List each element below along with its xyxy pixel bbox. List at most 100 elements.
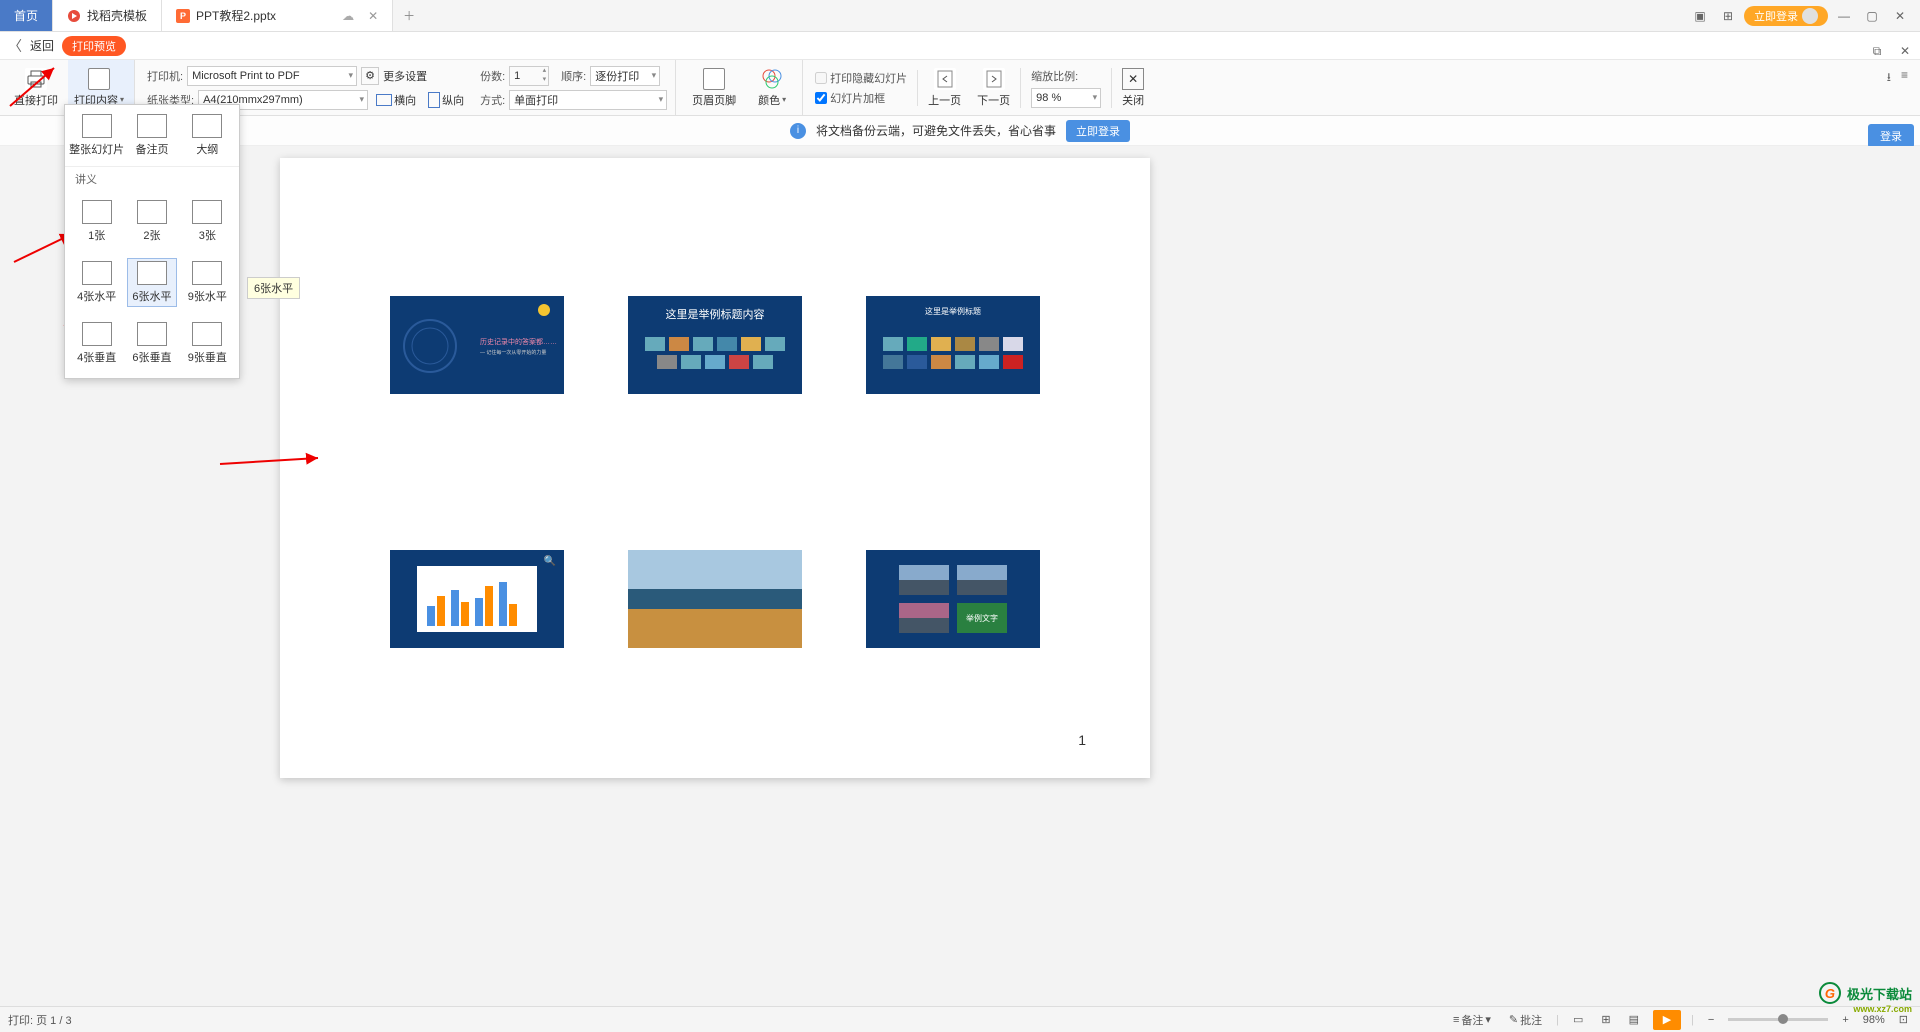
copies-settings: 份数: 1 顺序: 逐份打印 方式: 单面打印 bbox=[476, 66, 671, 110]
print-toolbar: 直接打印 打印内容▾ 打印机: Microsoft Print to PDF ⚙… bbox=[0, 60, 1920, 116]
tab-template-label: 找稻壳模板 bbox=[87, 7, 147, 24]
dd-outline[interactable]: 大纲 bbox=[182, 111, 232, 160]
dd-6h[interactable]: 6张水平 bbox=[127, 258, 177, 307]
dd-9h[interactable]: 9张水平 bbox=[182, 258, 232, 307]
copies-label: 份数: bbox=[480, 68, 505, 84]
landscape-icon bbox=[376, 94, 392, 106]
slideshow-button[interactable]: ▶ bbox=[1653, 1010, 1681, 1030]
close-icon: ✕ bbox=[1122, 68, 1144, 90]
slide-thumb-6: 举例文字 bbox=[866, 550, 1040, 648]
notes-toggle[interactable]: ≡备注 ▾ bbox=[1449, 1012, 1495, 1028]
view-sorter-icon[interactable]: ⊞ bbox=[1597, 1013, 1614, 1026]
dd-9v[interactable]: 9张垂直 bbox=[182, 319, 232, 368]
dd-3[interactable]: 3张 bbox=[182, 197, 232, 246]
zoom-in-icon[interactable]: + bbox=[1838, 1014, 1852, 1026]
banner-login-button[interactable]: 立即登录 bbox=[1066, 120, 1130, 142]
printer-label: 打印机: bbox=[147, 68, 183, 84]
close-secondary-icon[interactable]: ✕ bbox=[1894, 40, 1916, 62]
right-login-button[interactable]: 登录 bbox=[1868, 124, 1914, 148]
dd-6v[interactable]: 6张垂直 bbox=[127, 319, 177, 368]
slide3-title: 这里是举例标题 bbox=[925, 306, 981, 317]
tab-doc-label: PPT教程2.pptx bbox=[196, 7, 276, 24]
slide-thumb-2: 这里是举例标题内容 bbox=[628, 296, 802, 394]
dd-1[interactable]: 1张 bbox=[72, 197, 122, 246]
back-label[interactable]: 返回 bbox=[30, 37, 54, 54]
dd-4v[interactable]: 4张垂直 bbox=[72, 319, 122, 368]
quick-actions: ⭳ ≡ bbox=[1887, 68, 1908, 89]
tab-template[interactable]: 找稻壳模板 bbox=[53, 0, 162, 31]
dd-notes-page[interactable]: 备注页 bbox=[127, 111, 177, 160]
grid-icon[interactable]: ⊞ bbox=[1716, 4, 1740, 28]
hide-hidden-checkbox[interactable]: 打印隐藏幻灯片 bbox=[815, 70, 907, 86]
view-reading-icon[interactable]: ▤ bbox=[1625, 1013, 1643, 1026]
slide6-tag: 举例文字 bbox=[957, 603, 1007, 633]
layout-2-icon bbox=[137, 200, 167, 224]
window-controls: ▣ ⊞ 立即登录 — ▢ ✕ bbox=[1688, 0, 1920, 31]
full-slide-icon bbox=[82, 114, 112, 138]
landscape-button[interactable]: 横向 bbox=[372, 91, 420, 109]
view-normal-icon[interactable]: ▭ bbox=[1569, 1013, 1587, 1026]
outline-icon bbox=[192, 114, 222, 138]
slide-thumb-5 bbox=[628, 550, 802, 648]
scale-select[interactable]: 98 % bbox=[1031, 88, 1101, 108]
chevron-down-icon: ▾ bbox=[782, 95, 786, 104]
comments-toggle[interactable]: ✎批注 bbox=[1505, 1012, 1546, 1028]
layout-6h-icon bbox=[137, 261, 167, 285]
slide-frame-checkbox[interactable]: 幻灯片加框 bbox=[815, 90, 907, 106]
header-footer-button[interactable]: 页眉页脚 bbox=[686, 68, 742, 108]
prev-page-button[interactable]: 上一页 bbox=[922, 60, 967, 115]
menu-icon[interactable]: ≡ bbox=[1901, 68, 1908, 89]
scale-group: 缩放比例: 98 % bbox=[1020, 68, 1112, 108]
info-icon: i bbox=[790, 123, 806, 139]
slide-thumb-3: 这里是举例标题 bbox=[866, 296, 1040, 394]
color-button[interactable]: 颜色▾ bbox=[752, 68, 792, 108]
dd-4h[interactable]: 4张水平 bbox=[72, 258, 122, 307]
page-number: 1 bbox=[1078, 732, 1086, 748]
restore-icon[interactable]: ⧉ bbox=[1866, 40, 1888, 62]
tab-sync-icon[interactable]: ☁ bbox=[342, 9, 354, 23]
layout-4v-icon bbox=[82, 322, 112, 346]
tab-close-icon[interactable]: ✕ bbox=[368, 9, 378, 23]
layout-icon[interactable]: ▣ bbox=[1688, 4, 1712, 28]
tab-add-button[interactable]: ＋ bbox=[393, 0, 425, 31]
minimize-icon[interactable]: — bbox=[1832, 4, 1856, 28]
portrait-button[interactable]: 纵向 bbox=[424, 91, 468, 109]
download-icon[interactable]: ⭳ bbox=[1887, 68, 1891, 89]
printer-select[interactable]: Microsoft Print to PDF bbox=[187, 66, 357, 86]
more-settings-button[interactable]: 更多设置 bbox=[383, 68, 427, 84]
svg-text:历史记录中的答案都……: 历史记录中的答案都…… bbox=[480, 337, 557, 346]
svg-text:P: P bbox=[180, 11, 186, 21]
next-page-button[interactable]: 下一页 bbox=[971, 60, 1016, 115]
maximize-icon[interactable]: ▢ bbox=[1860, 4, 1884, 28]
gear-icon[interactable]: ⚙ bbox=[361, 67, 379, 85]
slide2-thumbs bbox=[628, 313, 802, 377]
headerfooter-group: 页眉页脚 颜色▾ bbox=[675, 60, 803, 115]
dd-full-slide[interactable]: 整张幻灯片 bbox=[72, 111, 122, 160]
back-arrow-icon[interactable]: 〈 bbox=[8, 36, 22, 56]
fit-icon[interactable]: ⊡ bbox=[1895, 1013, 1912, 1026]
layout-1-icon bbox=[82, 200, 112, 224]
slide-thumb-1: 历史记录中的答案都……— 记住每一次从零开始的力量 bbox=[390, 296, 564, 394]
order-label: 顺序: bbox=[561, 68, 586, 84]
printer-icon bbox=[25, 68, 47, 90]
method-label: 方式: bbox=[480, 92, 505, 108]
slide2-title: 这里是举例标题内容 bbox=[666, 306, 765, 322]
dd-2[interactable]: 2张 bbox=[127, 197, 177, 246]
tab-bar: 首页 找稻壳模板 P PPT教程2.pptx ☁ ✕ ＋ ▣ ⊞ 立即登录 — … bbox=[0, 0, 1920, 32]
dd-section-label: 讲义 bbox=[65, 166, 239, 191]
notes-page-icon bbox=[137, 114, 167, 138]
color-icon bbox=[761, 68, 783, 90]
direct-print-button[interactable]: 直接打印 bbox=[8, 60, 64, 115]
login-button[interactable]: 立即登录 bbox=[1744, 6, 1828, 26]
tab-home[interactable]: 首页 bbox=[0, 0, 53, 31]
method-select[interactable]: 单面打印 bbox=[509, 90, 667, 110]
order-select[interactable]: 逐份打印 bbox=[590, 66, 660, 86]
close-window-icon[interactable]: ✕ bbox=[1888, 4, 1912, 28]
zoom-out-icon[interactable]: − bbox=[1704, 1014, 1718, 1026]
copies-spinner[interactable]: 1 bbox=[509, 66, 549, 86]
zoom-slider[interactable] bbox=[1728, 1018, 1828, 1021]
zoom-value[interactable]: 98% bbox=[1863, 1014, 1885, 1026]
tab-document[interactable]: P PPT教程2.pptx ☁ ✕ bbox=[162, 0, 393, 31]
cloud-backup-banner: i 将文档备份云端，可避免文件丢失，省心省事 立即登录 ✕ bbox=[0, 116, 1920, 146]
close-preview-button[interactable]: ✕ 关闭 bbox=[1116, 60, 1150, 115]
